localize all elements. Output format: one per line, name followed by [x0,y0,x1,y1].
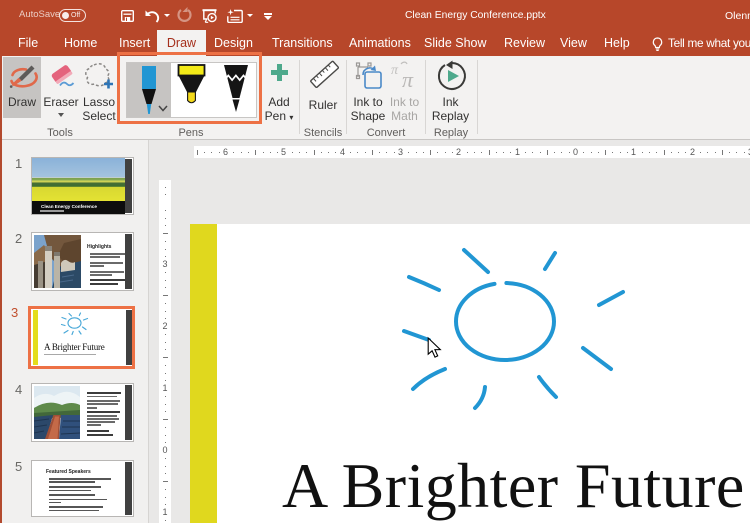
svg-text:π: π [391,63,399,78]
svg-text:π: π [402,67,414,91]
